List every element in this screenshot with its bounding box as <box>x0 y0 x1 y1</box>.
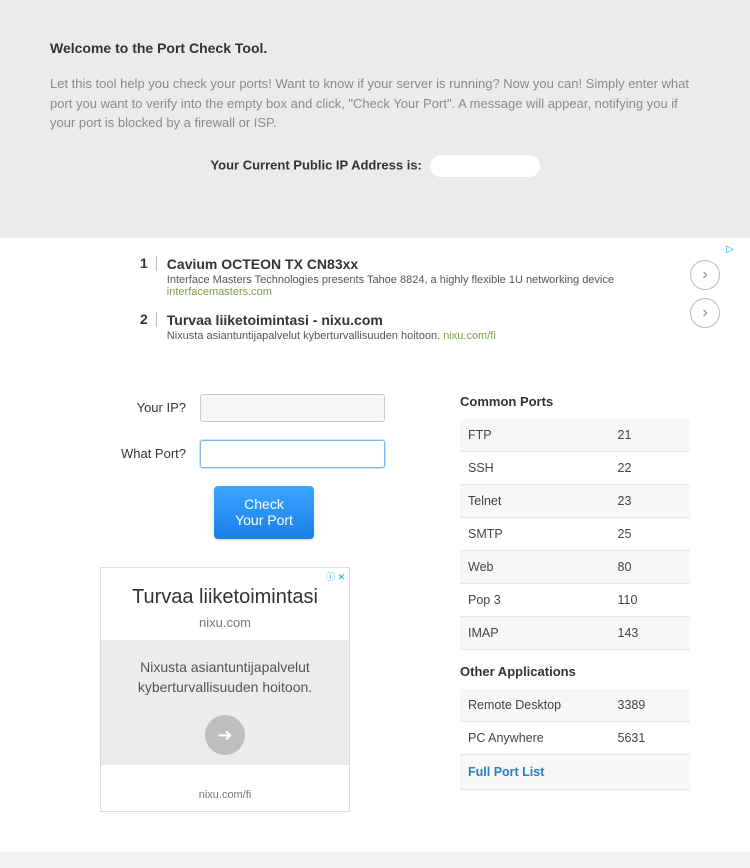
footer-bar <box>0 852 750 868</box>
page-title: Welcome to the Port Check Tool. <box>50 40 700 56</box>
ip-input[interactable] <box>200 394 385 422</box>
table-row[interactable]: SMTP25 <box>460 517 690 550</box>
ad-block-body: Nixusta asiantuntijapalvelut kyberturval… <box>138 659 312 695</box>
port-number: 3389 <box>610 689 691 722</box>
port-name: FTP <box>460 419 610 452</box>
form-column: Your IP? What Port? Check Your Port ⓘ ✕ … <box>100 394 420 813</box>
other-apps-heading: Other Applications <box>460 664 690 679</box>
ad-block-sub: nixu.com <box>111 615 339 630</box>
port-field-label: What Port? <box>100 446 200 461</box>
port-name: Pop 3 <box>460 583 610 616</box>
hero: Welcome to the Port Check Tool. Let this… <box>0 0 750 237</box>
port-input[interactable] <box>200 440 385 468</box>
check-button-line2: Your Port <box>235 512 293 528</box>
port-name: SMTP <box>460 517 610 550</box>
table-row[interactable]: FTP21 <box>460 419 690 452</box>
port-name: Telnet <box>460 484 610 517</box>
port-number: 143 <box>610 616 691 649</box>
ad-subtitle: Interface Masters Technologies presents … <box>167 274 650 298</box>
arrow-right-icon[interactable]: ➜ <box>205 715 245 755</box>
ad-block-title: Turvaa liiketoimintasi <box>111 586 339 609</box>
ad-go-icon[interactable]: › <box>690 298 720 328</box>
ad-sub-text: Interface Masters Technologies presents … <box>167 274 614 286</box>
port-name: SSH <box>460 451 610 484</box>
port-number: 25 <box>610 517 691 550</box>
ad-domain: nixu.com/fi <box>443 330 496 342</box>
port-number: 23 <box>610 484 691 517</box>
full-port-list-link[interactable]: Full Port List <box>460 755 690 790</box>
table-row[interactable]: Pop 3110 <box>460 583 690 616</box>
ad-go-icon[interactable]: › <box>690 260 720 290</box>
table-row[interactable]: IMAP143 <box>460 616 690 649</box>
ad-subtitle: Nixusta asiantuntijapalvelut kyberturval… <box>167 330 650 342</box>
port-name: Web <box>460 550 610 583</box>
check-button-line1: Check <box>244 496 284 512</box>
check-port-button[interactable]: Check Your Port <box>214 486 314 540</box>
ad-row[interactable]: 2 Turvaa liiketoimintasi - nixu.com Nixu… <box>140 312 650 342</box>
port-name: IMAP <box>460 616 610 649</box>
main-content: Your IP? What Port? Check Your Port ⓘ ✕ … <box>0 374 750 843</box>
ad-row[interactable]: 1 Cavium OCTEON TX CN83xx Interface Mast… <box>140 256 650 298</box>
ad-title: Cavium OCTEON TX CN83xx <box>167 256 650 272</box>
ad-number: 2 <box>140 312 157 327</box>
table-row[interactable]: Telnet23 <box>460 484 690 517</box>
ad-block-footer: nixu.com/fi <box>101 765 349 811</box>
port-number: 22 <box>610 451 691 484</box>
port-name: PC Anywhere <box>460 721 610 754</box>
ad-number: 1 <box>140 256 157 271</box>
table-row[interactable]: Web80 <box>460 550 690 583</box>
adchoices-icon[interactable]: ▷ <box>726 244 734 255</box>
ad-sub-text: Nixusta asiantuntijapalvelut kyberturval… <box>167 330 440 342</box>
common-ports-table: FTP21SSH22Telnet23SMTP25Web80Pop 3110IMA… <box>460 419 690 650</box>
other-ports-table: Remote Desktop3389PC Anywhere5631 <box>460 689 690 755</box>
public-ip-value-redacted <box>430 155 540 177</box>
common-ports-heading: Common Ports <box>460 394 690 409</box>
ad-strip: ▷ 1 Cavium OCTEON TX CN83xx Interface Ma… <box>0 237 750 374</box>
public-ip-label: Your Current Public IP Address is: <box>210 157 421 172</box>
ad-block[interactable]: ⓘ ✕ Turvaa liiketoimintasi nixu.com Nixu… <box>100 567 350 812</box>
port-number: 80 <box>610 550 691 583</box>
port-number: 21 <box>610 419 691 452</box>
table-row[interactable]: SSH22 <box>460 451 690 484</box>
public-ip-line: Your Current Public IP Address is: <box>50 155 700 177</box>
port-number: 5631 <box>610 721 691 754</box>
ip-field-label: Your IP? <box>100 400 200 415</box>
table-row[interactable]: PC Anywhere5631 <box>460 721 690 754</box>
ad-domain: interfacemasters.com <box>167 286 272 298</box>
hero-description: Let this tool help you check your ports!… <box>50 74 700 133</box>
port-number: 110 <box>610 583 691 616</box>
ports-column: Common Ports FTP21SSH22Telnet23SMTP25Web… <box>460 394 690 790</box>
table-row[interactable]: Remote Desktop3389 <box>460 689 690 722</box>
ad-title: Turvaa liiketoimintasi - nixu.com <box>167 312 650 328</box>
adchoices-icon[interactable]: ⓘ ✕ <box>326 570 345 583</box>
port-name: Remote Desktop <box>460 689 610 722</box>
